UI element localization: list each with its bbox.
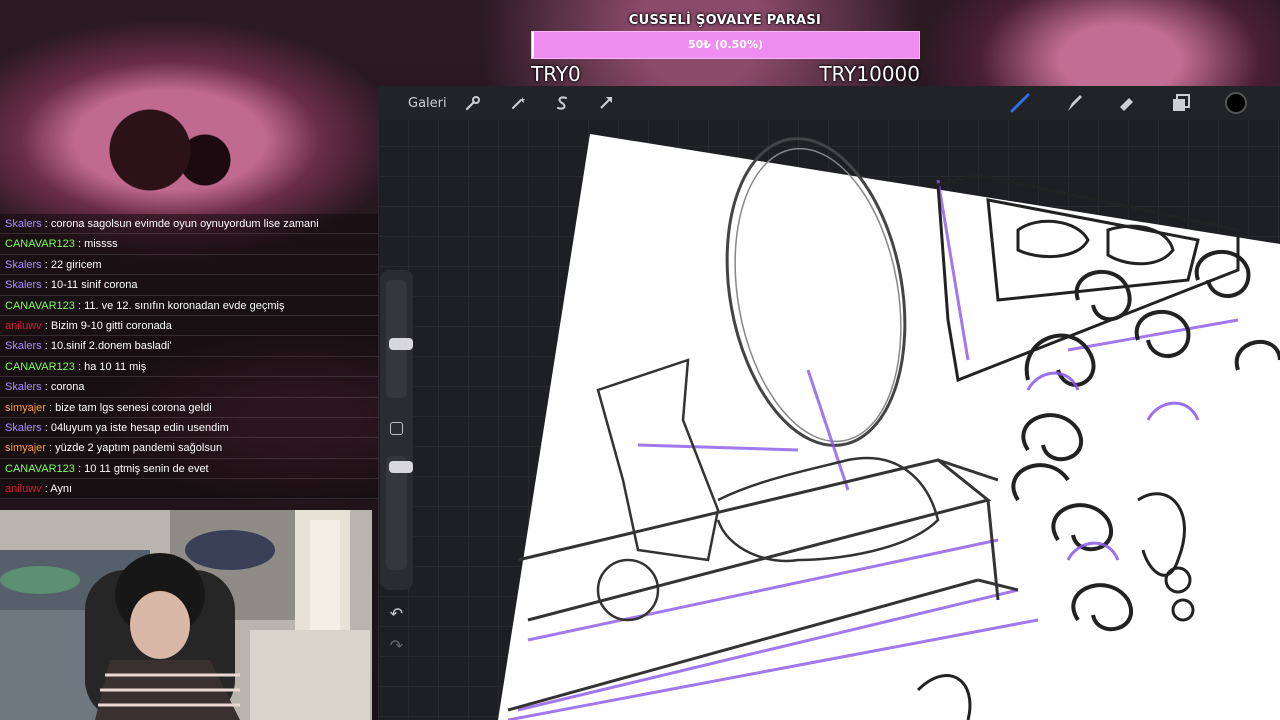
chat-separator: : [41,421,51,434]
chat-message: Skalers : 10.sinif 2.donem basladi' [0,336,378,357]
brush-icon[interactable] [1007,86,1033,120]
chat-text: 04luyum ya iste hesap edin usendim [50,421,229,434]
chat-separator: : [45,442,56,455]
redo-icon[interactable]: ↷ [380,636,413,655]
chat-message: CANAVAR123 : missss [0,234,378,255]
chat-separator: : [41,218,51,230]
wrench-icon[interactable] [460,86,486,120]
chat-text: Aynı [50,483,73,496]
sketch-artwork [498,134,1280,720]
chat-text: ha 10 11 miş [84,360,147,373]
chat-text: 10.sinif 2.donem basladi' [50,340,172,353]
app-toolbar: Galeri [378,86,1280,120]
layers-icon[interactable] [1168,86,1194,120]
chat-text: 10 11 gtmiş senin de evet [84,462,209,475]
chat-text: corona [50,381,85,394]
chat-separator: : [41,483,51,496]
chat-separator: : [74,299,85,312]
chat-message: Skalers : corona [0,377,378,398]
drawing-app: Galeri ↶ ↷ [378,86,1280,720]
chat-separator: : [74,462,85,475]
smudge-icon[interactable] [1061,86,1087,120]
chat-username[interactable]: CANAVAR123 [5,463,75,475]
magic-wand-icon[interactable] [505,86,531,120]
chat-message: aniluwv : Bizim 9-10 gitti coronada [0,316,378,337]
brush-sliders-panel [380,270,413,590]
brush-size-slider[interactable] [386,280,413,398]
gallery-button[interactable]: Galeri [408,86,447,120]
chat-username[interactable]: simyajer [5,442,46,454]
webcam-feed [0,510,372,720]
brush-opacity-thumb[interactable] [389,461,413,474]
chat-text: corona sagolsun evimde oyun oynuyordum l… [50,218,319,230]
chat-text: missss [84,238,118,251]
goal-progress-bar: 50₺ (0.50%) [531,31,920,59]
chat-username[interactable]: Skalers [5,259,42,271]
color-swatch-icon[interactable] [1222,86,1250,120]
chat-message: CANAVAR123 : ha 10 11 miş [0,357,378,378]
chat-username[interactable]: CANAVAR123 [5,300,75,312]
chat-separator: : [41,258,51,271]
chat-separator: : [41,319,51,332]
goal-progress-text: 50₺ (0.50%) [687,38,763,51]
chat-text: 11. ve 12. sınıfın koronadan evde geçmiş [84,299,285,312]
chat-separator: : [74,360,85,373]
goal-title: CUSSELİ ŞOVALYE PARASI [628,13,822,28]
chat-message: Skalers : 22 giricem [0,255,378,276]
chat-username[interactable]: simyajer [5,402,46,414]
chat-username[interactable]: aniluwv [5,483,42,495]
chat-message: aniluwv : Aynı [0,479,378,500]
chat-username[interactable]: Skalers [5,218,42,230]
chat-username[interactable]: CANAVAR123 [5,361,75,373]
transform-arrow-icon[interactable] [593,86,619,120]
brush-size-thumb[interactable] [389,338,413,351]
chat-username[interactable]: Skalers [5,340,42,352]
brush-opacity-slider[interactable] [386,456,413,570]
chat-message: Skalers : 10-11 sinif corona [0,275,378,296]
chat-separator: : [45,401,56,414]
chat-text: Bizim 9-10 gitti coronada [50,319,172,332]
drawing-canvas[interactable] [378,120,1280,720]
eraser-icon[interactable] [1114,86,1140,120]
modify-button[interactable] [390,422,403,435]
chat-username[interactable]: Skalers [5,422,42,434]
chat-panel: Skalers : corona sagolsun evimde oyun oy… [0,214,378,500]
chat-separator: : [41,381,51,394]
chat-text: yüzde 2 yaptım pandemi sağolsun [55,442,223,455]
chat-message: simyajer : bize tam lgs senesi corona ge… [0,398,378,418]
chat-message: CANAVAR123 : 11. ve 12. sınıfın koronada… [0,296,378,316]
chat-separator: : [41,279,51,292]
chat-separator: : [41,340,51,353]
goal-min-label: TRY0 [531,62,581,86]
goal-max-label: TRY10000 [819,62,920,86]
chat-username[interactable]: CANAVAR123 [5,238,75,250]
chat-message: CANAVAR123 : 10 11 gtmiş senin de evet [0,459,378,480]
chat-message: Skalers : corona sagolsun evimde oyun oy… [0,214,378,235]
chat-separator: : [74,238,85,251]
chat-message: simyajer : yüzde 2 yaptım pandemi sağols… [0,438,378,459]
chat-message: Skalers : 04luyum ya iste hesap edin use… [0,418,378,439]
undo-icon[interactable]: ↶ [380,604,413,623]
chat-text: bize tam lgs senesi corona geldi [55,401,212,414]
chat-username[interactable]: aniluwv [5,320,42,332]
chat-text: 22 giricem [50,258,102,271]
chat-username[interactable]: Skalers [5,381,42,393]
chat-username[interactable]: Skalers [5,279,42,291]
chat-text: 10-11 sinif corona [50,279,138,292]
selection-s-icon[interactable] [549,86,575,120]
